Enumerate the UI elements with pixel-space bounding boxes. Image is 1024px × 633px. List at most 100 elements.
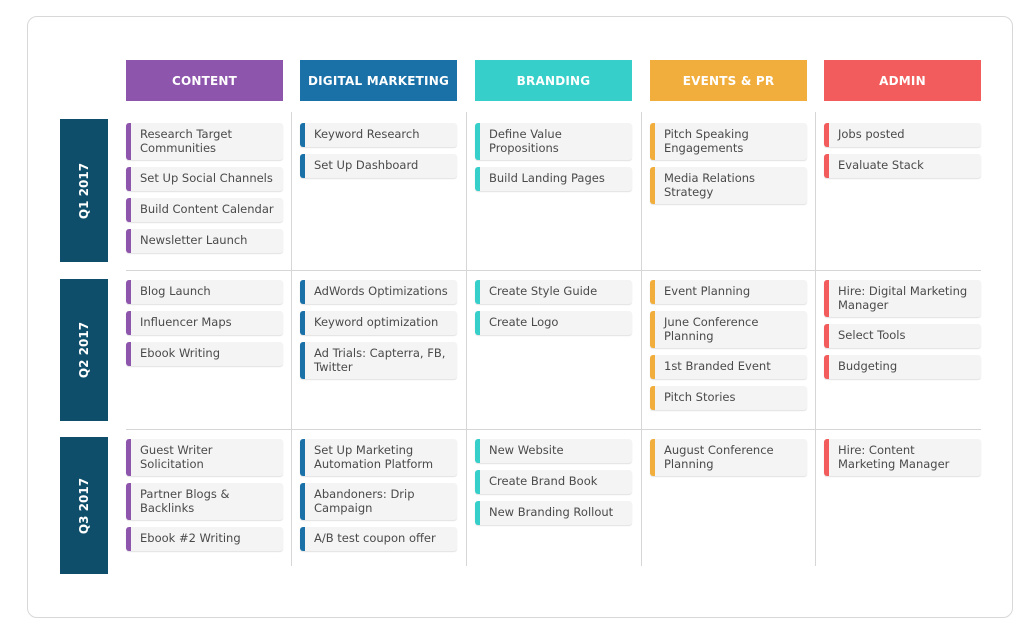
column-header-admin: ADMIN <box>824 60 981 101</box>
task-card[interactable]: Influencer Maps <box>126 311 283 335</box>
quarter-label-text: Q1 2017 <box>77 162 92 219</box>
task-card[interactable]: Media Relations Strategy <box>650 167 807 204</box>
task-card[interactable]: Blog Launch <box>126 280 283 304</box>
task-card[interactable]: Research Target Communities <box>126 123 283 160</box>
task-card[interactable]: Evaluate Stack <box>824 154 981 178</box>
roadmap-cell: Hire: Content Marketing Manager <box>824 439 981 476</box>
task-card[interactable]: Set Up Social Channels <box>126 167 283 191</box>
task-card[interactable]: AdWords Optimizations <box>300 280 457 304</box>
column-header-branding: BRANDING <box>475 60 632 101</box>
task-card[interactable]: Budgeting <box>824 355 981 379</box>
task-card[interactable]: June Conference Planning <box>650 311 807 348</box>
category-color-bar <box>824 280 829 317</box>
task-label: Build Content Calendar <box>140 202 274 216</box>
category-color-bar <box>650 280 655 304</box>
quarter-label: Q1 2017 <box>60 119 108 262</box>
column-header-content: CONTENT <box>126 60 283 101</box>
category-color-bar <box>824 123 829 147</box>
task-label: Partner Blogs & Backlinks <box>140 487 230 515</box>
task-label: New Website <box>489 443 564 457</box>
category-color-bar <box>126 527 131 551</box>
task-card[interactable]: Build Content Calendar <box>126 198 283 222</box>
category-color-bar <box>475 311 480 335</box>
category-color-bar <box>126 483 131 520</box>
quarter-label-text: Q3 2017 <box>77 477 92 534</box>
task-card[interactable]: Event Planning <box>650 280 807 304</box>
category-color-bar <box>300 527 305 551</box>
roadmap-cell: Blog Launch Influencer Maps Ebook Writing <box>126 280 283 366</box>
task-card[interactable]: Ebook #2 Writing <box>126 527 283 551</box>
task-card[interactable]: 1st Branded Event <box>650 355 807 379</box>
task-card[interactable]: Hire: Content Marketing Manager <box>824 439 981 476</box>
category-color-bar <box>126 167 131 191</box>
roadmap-cell: New Website Create Brand Book New Branding… <box>475 439 632 525</box>
task-card[interactable]: Ad Trials: Capterra, FB, Twitter <box>300 342 457 379</box>
task-card[interactable]: Hire: Digital Marketing Manager <box>824 280 981 317</box>
roadmap-cell: Keyword Research Set Up Dashboard <box>300 123 457 178</box>
task-card[interactable]: Create Brand Book <box>475 470 632 494</box>
task-card[interactable]: Ebook Writing <box>126 342 283 366</box>
column-divider <box>466 112 467 566</box>
task-label: Budgeting <box>838 359 898 373</box>
task-card[interactable]: Create Style Guide <box>475 280 632 304</box>
task-label: AdWords Optimizations <box>314 284 448 298</box>
category-color-bar <box>650 355 655 379</box>
category-color-bar <box>475 167 480 191</box>
roadmap-cell: August Conference Planning <box>650 439 807 476</box>
category-color-bar <box>126 311 131 335</box>
task-card[interactable]: August Conference Planning <box>650 439 807 476</box>
task-label: Jobs posted <box>838 127 905 141</box>
task-card[interactable]: Create Logo <box>475 311 632 335</box>
task-label: Blog Launch <box>140 284 211 298</box>
task-label: Pitch Speaking Engagements <box>664 127 749 155</box>
column-header-events-pr: EVENTS & PR <box>650 60 807 101</box>
task-label: Ad Trials: Capterra, FB, Twitter <box>314 346 446 374</box>
task-card[interactable]: Define Value Propositions <box>475 123 632 160</box>
category-color-bar <box>475 123 480 160</box>
task-card[interactable]: Set Up Dashboard <box>300 154 457 178</box>
task-card[interactable]: Jobs posted <box>824 123 981 147</box>
task-label: Keyword optimization <box>314 315 439 329</box>
task-card[interactable]: Abandoners: Drip Campaign <box>300 483 457 520</box>
task-label: Set Up Social Channels <box>140 171 273 185</box>
task-card[interactable]: Newsletter Launch <box>126 229 283 253</box>
task-label: June Conference Planning <box>664 315 759 343</box>
task-card[interactable]: Pitch Speaking Engagements <box>650 123 807 160</box>
category-color-bar <box>126 439 131 476</box>
category-color-bar <box>300 280 305 304</box>
task-card[interactable]: Keyword optimization <box>300 311 457 335</box>
category-color-bar <box>475 501 480 525</box>
task-card[interactable]: Select Tools <box>824 324 981 348</box>
task-label: Influencer Maps <box>140 315 232 329</box>
row-divider <box>126 270 981 271</box>
task-label: Set Up Marketing Automation Platform <box>314 443 434 471</box>
task-card[interactable]: Build Landing Pages <box>475 167 632 191</box>
task-label: Event Planning <box>664 284 751 298</box>
roadmap-cell: Create Style Guide Create Logo <box>475 280 632 335</box>
category-color-bar <box>824 324 829 348</box>
task-card[interactable]: Set Up Marketing Automation Platform <box>300 439 457 476</box>
task-card[interactable]: New Branding Rollout <box>475 501 632 525</box>
category-color-bar <box>300 154 305 178</box>
task-label: Evaluate Stack <box>838 158 924 172</box>
category-color-bar <box>650 386 655 410</box>
column-divider <box>815 112 816 566</box>
task-label: Create Logo <box>489 315 559 329</box>
category-color-bar <box>126 123 131 160</box>
task-label: Abandoners: Drip Campaign <box>314 487 415 515</box>
task-card[interactable]: Partner Blogs & Backlinks <box>126 483 283 520</box>
task-card[interactable]: Pitch Stories <box>650 386 807 410</box>
quarter-label: Q2 2017 <box>60 279 108 421</box>
task-card[interactable]: Keyword Research <box>300 123 457 147</box>
roadmap-cell: Jobs posted Evaluate Stack <box>824 123 981 178</box>
roadmap-cell: AdWords Optimizations Keyword optimizatio… <box>300 280 457 379</box>
category-color-bar <box>650 167 655 204</box>
task-card[interactable]: Guest Writer Solicitation <box>126 439 283 476</box>
task-card[interactable]: New Website <box>475 439 632 463</box>
roadmap-cell: Event Planning June Conference Planning 1s… <box>650 280 807 410</box>
task-label: Hire: Content Marketing Manager <box>838 443 950 471</box>
task-label: Keyword Research <box>314 127 420 141</box>
task-label: Define Value Propositions <box>489 127 562 155</box>
task-card[interactable]: A/B test coupon offer <box>300 527 457 551</box>
task-label: New Branding Rollout <box>489 505 614 519</box>
